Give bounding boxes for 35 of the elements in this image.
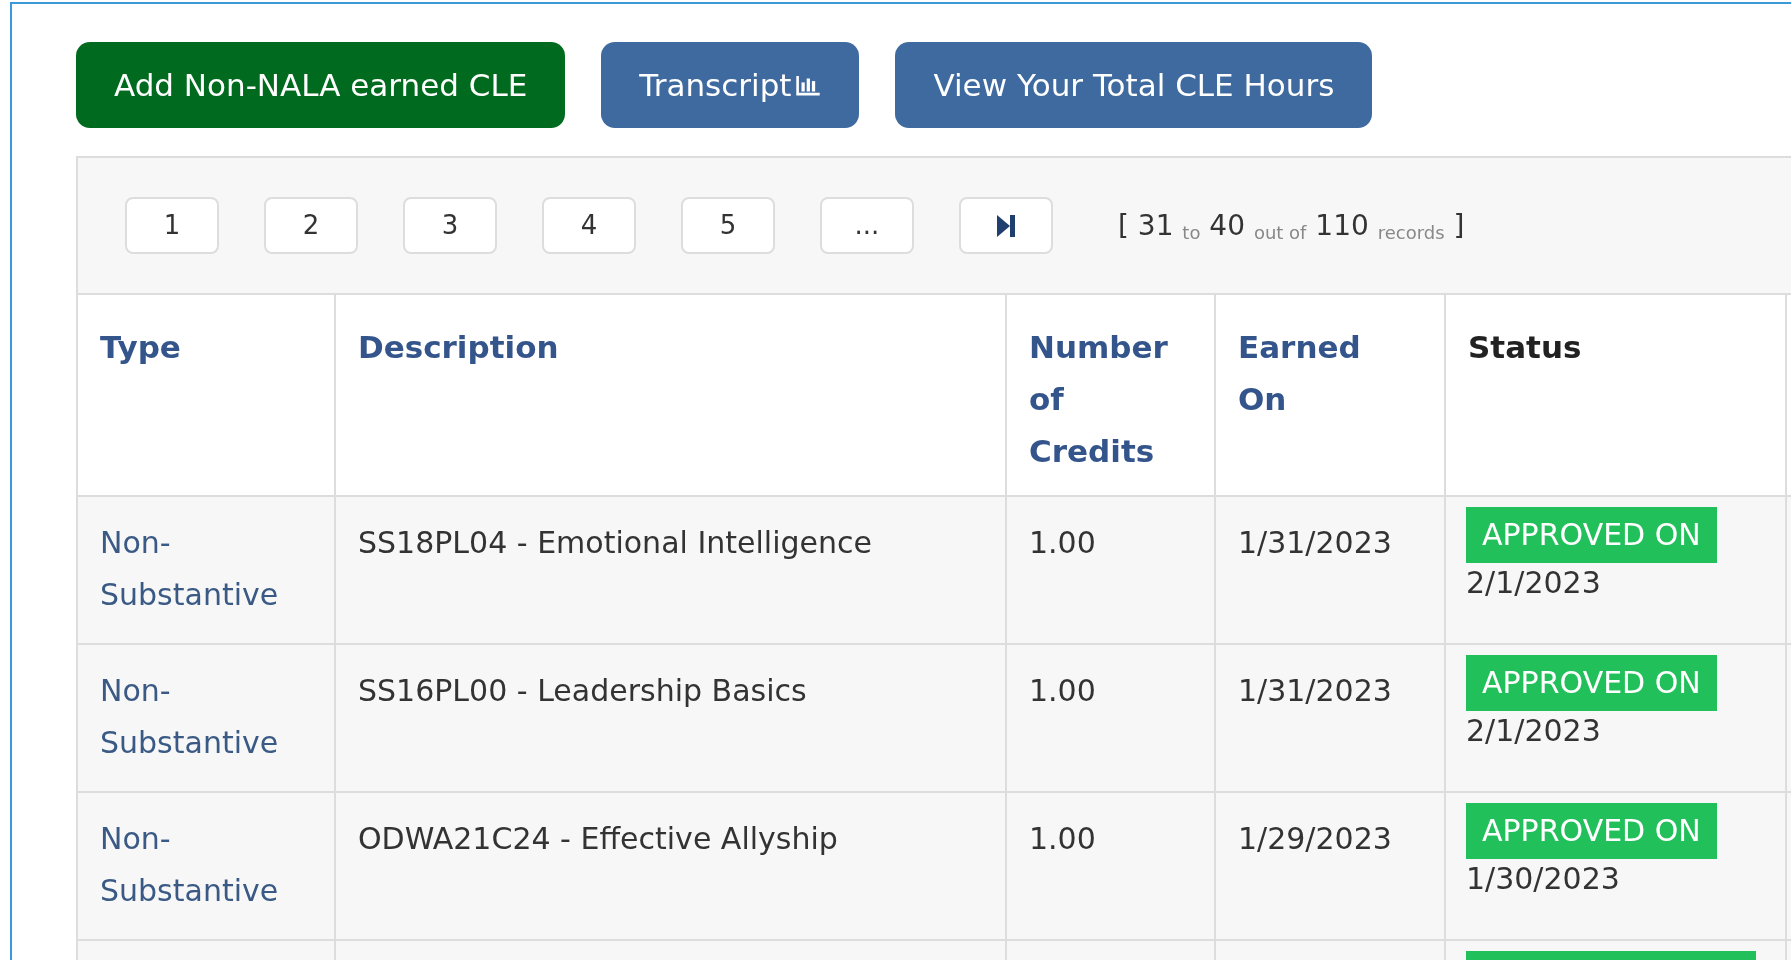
column-header: Status [1468,328,1583,367]
page-button[interactable]: 2 [264,197,358,254]
table-cell-text: Non-Substantive [100,820,280,910]
status-badge: APPROVED ON [1466,507,1717,563]
table-cell-text: 1.00 [1029,672,1097,710]
column-header: Earned On [1238,328,1362,419]
table-cell-text: 1/31/2023 [1238,672,1393,710]
table-cell-text: 1.00 [1029,820,1097,858]
column-header: Description [358,328,560,367]
table-cell-text: SS16PL00 - Leadership Basics [358,672,808,710]
page-button[interactable]: 4 [542,197,636,254]
column-header: Type [100,328,182,367]
action-button[interactable]: Transcript [601,42,860,128]
table-cell-text: 1/29/2023 [1238,820,1393,858]
action-button[interactable]: Add Non-NALA earned CLE [76,42,566,128]
last-page-button[interactable] [959,197,1053,254]
status-badge: APPROVED ON [1466,655,1717,711]
table-cell-text: SS18PL04 - Emotional Intelligence [358,524,873,562]
status-date: 2/1/2023 [1466,712,1602,750]
table-cell-text: Non-Substantive [100,672,280,762]
page-button[interactable]: 5 [681,197,775,254]
status-date: 2/1/2023 [1466,564,1602,602]
records-summary: [ 31 $_{to}$ 40 $_{out of}$ 110 $_{records}$ ] [1118,207,1465,245]
table-cell-text: Non-Substantive [100,524,280,614]
page-button[interactable]: ... [820,197,914,254]
column-header: Number of Credits [1029,328,1169,471]
table-cell-text: ODWA21C24 - Effective Allyship [358,820,839,858]
status-date: 1/30/2023 [1466,860,1621,898]
page-button[interactable]: 1 [125,197,219,254]
table-cell-text: 1/31/2023 [1238,524,1393,562]
action-button[interactable]: View Your Total CLE Hours [895,42,1373,128]
status-badge: APPROVED ON [1466,803,1717,859]
page-button[interactable]: 3 [403,197,497,254]
skip-to-end-icon [995,212,1017,239]
table-cell-text: 1.00 [1029,524,1097,562]
